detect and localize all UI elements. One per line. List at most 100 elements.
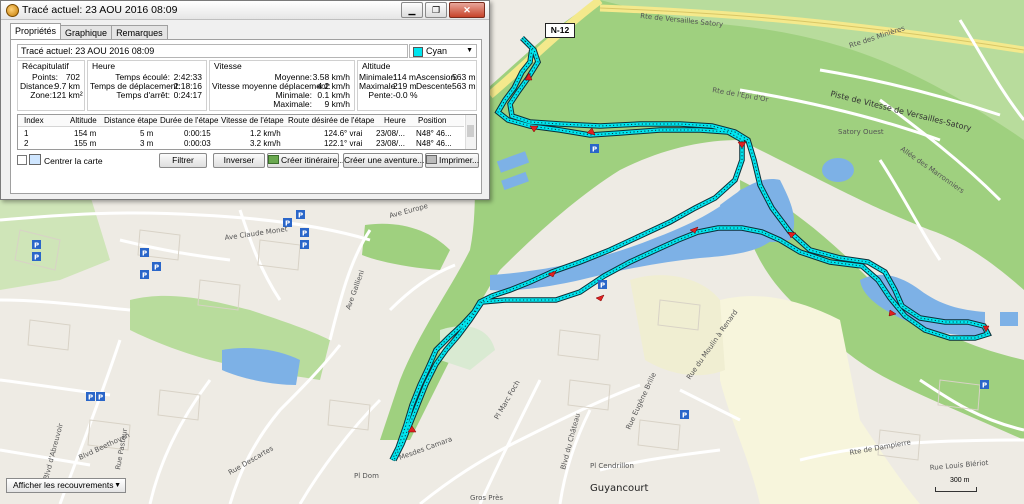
group-title: Altitude <box>362 61 391 71</box>
column-header[interactable]: Heure <box>384 116 406 125</box>
column-header[interactable]: Durée de l'étape <box>160 116 218 125</box>
svg-text:P: P <box>98 394 103 402</box>
dialog-title: Tracé actuel: 23 AOU 2016 08:09 <box>22 4 178 16</box>
table-cell: 124.6° vrai <box>324 129 363 138</box>
tab-notes[interactable]: Remarques <box>111 25 168 40</box>
table-row[interactable]: 2 155 m 3 m 0:00:03 3.2 km/h 122.1° vrai… <box>18 138 464 149</box>
column-header[interactable]: Vitesse de l'étape <box>221 116 284 125</box>
table-cell: N48° 46... <box>416 139 452 148</box>
tab-strip: Propriétés Graphique Remarques <box>10 23 168 40</box>
map-label: Pl Dom <box>354 472 379 480</box>
svg-text:P: P <box>88 394 93 402</box>
svg-text:P: P <box>302 230 307 238</box>
table-cell: 5 m <box>140 129 154 138</box>
table-cell: N48° 46... <box>416 129 452 138</box>
time-group: Heure Temps écoulé: 2:42:33 Temps de dép… <box>87 60 207 111</box>
table-cell: 23/08/... <box>376 129 405 138</box>
table-cell: 1 <box>24 129 29 138</box>
svg-text:P: P <box>298 212 303 220</box>
track-name-input[interactable]: Tracé actuel: 23 AOU 2016 08:09 <box>17 44 408 58</box>
restore-button[interactable]: ❐ <box>425 2 447 18</box>
descent-value: 563 m <box>452 81 476 91</box>
color-name: Cyan <box>426 46 448 56</box>
svg-text:P: P <box>142 250 147 258</box>
svg-text:P: P <box>682 412 687 420</box>
checkbox-label: Centrer la carte <box>44 156 103 166</box>
table-cell: 0:00:15 <box>184 129 211 138</box>
table-cell: 1.2 km/h <box>250 129 281 138</box>
tab-properties[interactable]: Propriétés <box>10 23 62 40</box>
column-header[interactable]: Route désirée de l'étape <box>288 116 374 125</box>
table-cell: 3.2 km/h <box>250 139 281 148</box>
center-map-checkbox[interactable]: Centrer la carte <box>17 154 103 166</box>
column-header[interactable]: Index <box>24 116 44 125</box>
speed-group: Vitesse Moyenne: 3.58 km/h Vitesse moyen… <box>209 60 355 111</box>
scale-bar <box>935 487 977 492</box>
table-cell: 122.1° vrai <box>324 139 363 148</box>
svg-text:P: P <box>34 254 39 262</box>
trackpoint-table[interactable]: Index Altitude Distance étape Durée de l… <box>17 114 477 150</box>
stopped-value: 0:24:17 <box>173 90 202 100</box>
svg-text:P: P <box>302 242 307 250</box>
field-label: Zone: <box>30 90 52 100</box>
close-button[interactable]: ✕ <box>449 2 485 18</box>
summary-group: Récapitulatif Points: 702 Distance: 9.7 … <box>17 60 85 111</box>
table-cell: 2 <box>24 139 29 148</box>
track-properties-dialog: Tracé actuel: 23 AOU 2016 08:09 ▁ ❐ ✕ Pr… <box>0 0 490 200</box>
filter-button[interactable]: Filtrer <box>159 153 207 168</box>
field-label: Temps d'arrêt: <box>116 90 170 100</box>
reverse-button[interactable]: Inverser <box>213 153 265 168</box>
road-shield-n12: N-12 <box>545 23 575 38</box>
svg-text:P: P <box>592 146 597 154</box>
minimize-button[interactable]: ▁ <box>401 2 423 18</box>
field-label: Maximale: <box>273 99 312 109</box>
table-cell: 154 m <box>74 129 97 138</box>
svg-text:P: P <box>154 264 159 272</box>
route-icon <box>268 155 279 164</box>
overlay-select-label: Afficher les recouvrements <box>13 480 114 490</box>
group-title: Vitesse <box>214 61 242 71</box>
print-button[interactable]: Imprimer... <box>425 153 479 168</box>
svg-text:P: P <box>982 382 987 390</box>
max-speed-value: 9 km/h <box>324 99 350 109</box>
create-adventure-button[interactable]: Créer une aventure... <box>343 153 424 168</box>
lake <box>1000 312 1018 326</box>
track-color-select[interactable]: Cyan ▼ <box>409 44 477 58</box>
chevron-down-icon: ▼ <box>114 482 121 489</box>
overlay-select[interactable]: Afficher les recouvrements ▼ <box>6 478 126 493</box>
button-label: Imprimer... <box>439 155 480 165</box>
group-title: Heure <box>92 61 116 71</box>
chevron-down-icon: ▼ <box>466 47 473 54</box>
svg-text:P: P <box>142 272 147 280</box>
map-label: Satory Ouest <box>838 128 884 136</box>
checkbox-box[interactable] <box>17 155 27 165</box>
scale-label: 300 m <box>950 477 970 484</box>
create-route-button[interactable]: Créer itinéraire... <box>267 153 344 168</box>
group-title: Récapitulatif <box>22 61 69 71</box>
column-header[interactable]: Distance étape <box>104 116 157 125</box>
map-icon <box>29 154 41 165</box>
altitude-group: Altitude Minimale: 114 m Maximale: 219 m… <box>357 60 477 111</box>
field-label: Pente: <box>368 90 393 100</box>
table-scrollbar[interactable] <box>465 115 476 149</box>
lake <box>822 158 854 182</box>
field-label: Descente: <box>416 81 455 91</box>
table-cell: 23/08/... <box>376 139 405 148</box>
scrollbar-thumb[interactable] <box>467 125 474 137</box>
table-cell: 0:00:03 <box>184 139 211 148</box>
dialog-titlebar[interactable]: Tracé actuel: 23 AOU 2016 08:09 ▁ ❐ ✕ <box>1 1 489 20</box>
column-header[interactable]: Position <box>418 116 446 125</box>
map-label: Gros Près <box>470 494 503 502</box>
column-header[interactable]: Altitude <box>70 116 97 125</box>
table-cell: 155 m <box>74 139 97 148</box>
slope-value: -0.0 % <box>393 90 418 100</box>
table-cell: 3 m <box>140 139 154 148</box>
printer-icon <box>426 155 437 164</box>
map-label: Pl Cendrillon <box>590 462 634 470</box>
zone-value: 121 km² <box>52 90 83 100</box>
color-swatch <box>413 47 423 57</box>
properties-panel: Tracé actuel: 23 AOU 2016 08:09 Cyan ▼ R… <box>10 39 482 194</box>
tab-graph[interactable]: Graphique <box>60 25 113 40</box>
button-label: Créer itinéraire... <box>281 155 345 165</box>
app-icon <box>6 4 19 17</box>
